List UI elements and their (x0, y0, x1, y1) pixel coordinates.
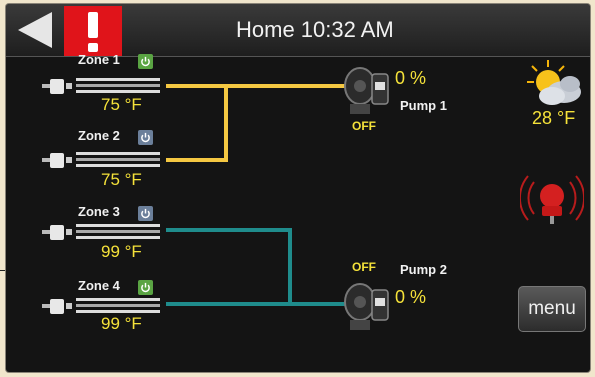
zone-2-valve-icon (42, 152, 160, 168)
pump-2-icon[interactable] (342, 276, 392, 334)
zone-1-temp: 75 °F (101, 95, 142, 114)
alarm-bell-icon[interactable] (520, 168, 584, 232)
zone-4-power-button[interactable] (138, 280, 153, 295)
zone-2-temp: 75 °F (101, 170, 142, 189)
pump-1-percent: 0 % (395, 68, 427, 88)
pump-2-label: Pump 2 (400, 262, 447, 277)
pump1-pipes (166, 84, 346, 162)
device-bezel: Home 10:32 AM Zone 1 75 °F Zone 2 75 °F … (0, 0, 595, 377)
pump-2-percent: 0 % (395, 287, 427, 307)
menu-button[interactable]: menu (518, 286, 586, 332)
zone-1-power-button[interactable] (138, 54, 153, 69)
power-icon (141, 132, 150, 143)
zone-1-label: Zone 1 (78, 52, 120, 67)
pump2-pipes (166, 228, 346, 306)
zone-3-label: Zone 3 (78, 204, 120, 219)
pump-1-label: Pump 1 (400, 98, 447, 113)
power-icon (141, 282, 150, 293)
zone-3-power-button[interactable] (138, 206, 153, 221)
zone-1-valve-icon (42, 78, 160, 94)
outdoor-temp: 28 °F (532, 108, 576, 128)
touch-screen: Home 10:32 AM Zone 1 75 °F Zone 2 75 °F … (6, 4, 590, 372)
zone-2-label: Zone 2 (78, 128, 120, 143)
menu-button-label: menu (528, 298, 576, 319)
zone-3-valve-icon (42, 224, 160, 240)
zone-4-valve-icon (42, 298, 160, 314)
pump-1-icon[interactable] (342, 60, 392, 118)
pump-2-state: OFF (352, 260, 376, 274)
power-icon (141, 56, 150, 67)
partly-cloudy-icon[interactable] (526, 58, 584, 110)
pump-1-state: OFF (352, 119, 376, 133)
zone-4-label: Zone 4 (78, 278, 120, 293)
zone-4-temp: 99 °F (101, 314, 142, 333)
power-icon (141, 208, 150, 219)
zone-2-power-button[interactable] (138, 130, 153, 145)
zone-3-temp: 99 °F (101, 242, 142, 261)
